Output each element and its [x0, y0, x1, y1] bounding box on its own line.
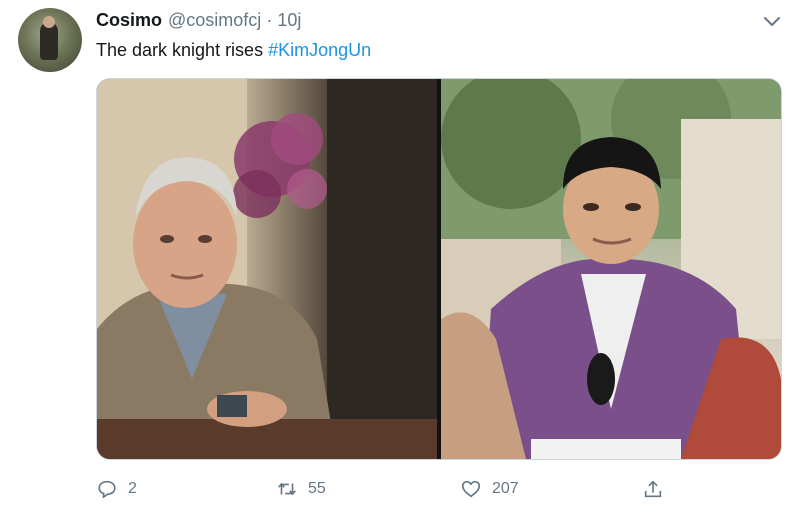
media-grid — [96, 78, 782, 460]
retweet-button[interactable]: 55 — [276, 476, 326, 502]
retweet-count: 55 — [308, 480, 326, 497]
reply-icon — [98, 480, 116, 499]
tweet-text-body: The dark knight rises — [96, 40, 269, 60]
author-name[interactable]: Cosimo — [96, 10, 162, 31]
like-count: 207 — [492, 480, 519, 497]
media-image-right[interactable] — [441, 79, 781, 459]
separator-dot: · — [266, 10, 273, 30]
share-button[interactable] — [642, 476, 664, 502]
like-button[interactable]: 207 — [460, 476, 519, 502]
reply-button[interactable]: 2 — [96, 476, 137, 502]
tweet-timestamp[interactable]: 10j — [277, 10, 301, 31]
avatar[interactable] — [18, 8, 82, 72]
share-icon — [644, 480, 662, 498]
tweet-actions: 2 55 207 — [96, 476, 776, 502]
hashtag-link[interactable]: #KimJongUn — [268, 40, 371, 60]
tweet-text: The dark knight rises #KimJongUn — [96, 40, 371, 61]
heart-icon — [461, 480, 481, 498]
right-image-drawing — [441, 79, 781, 459]
chevron-down-icon[interactable] — [760, 10, 784, 34]
media-image-left[interactable] — [97, 79, 437, 459]
tweet-header: Cosimo @cosimofcj · 10j — [96, 10, 301, 32]
avatar-head — [43, 16, 55, 28]
left-image-drawing — [97, 79, 437, 459]
reply-count: 2 — [128, 480, 137, 497]
author-handle[interactable]: @cosimofcj — [168, 10, 261, 31]
retweet-icon — [278, 482, 296, 496]
